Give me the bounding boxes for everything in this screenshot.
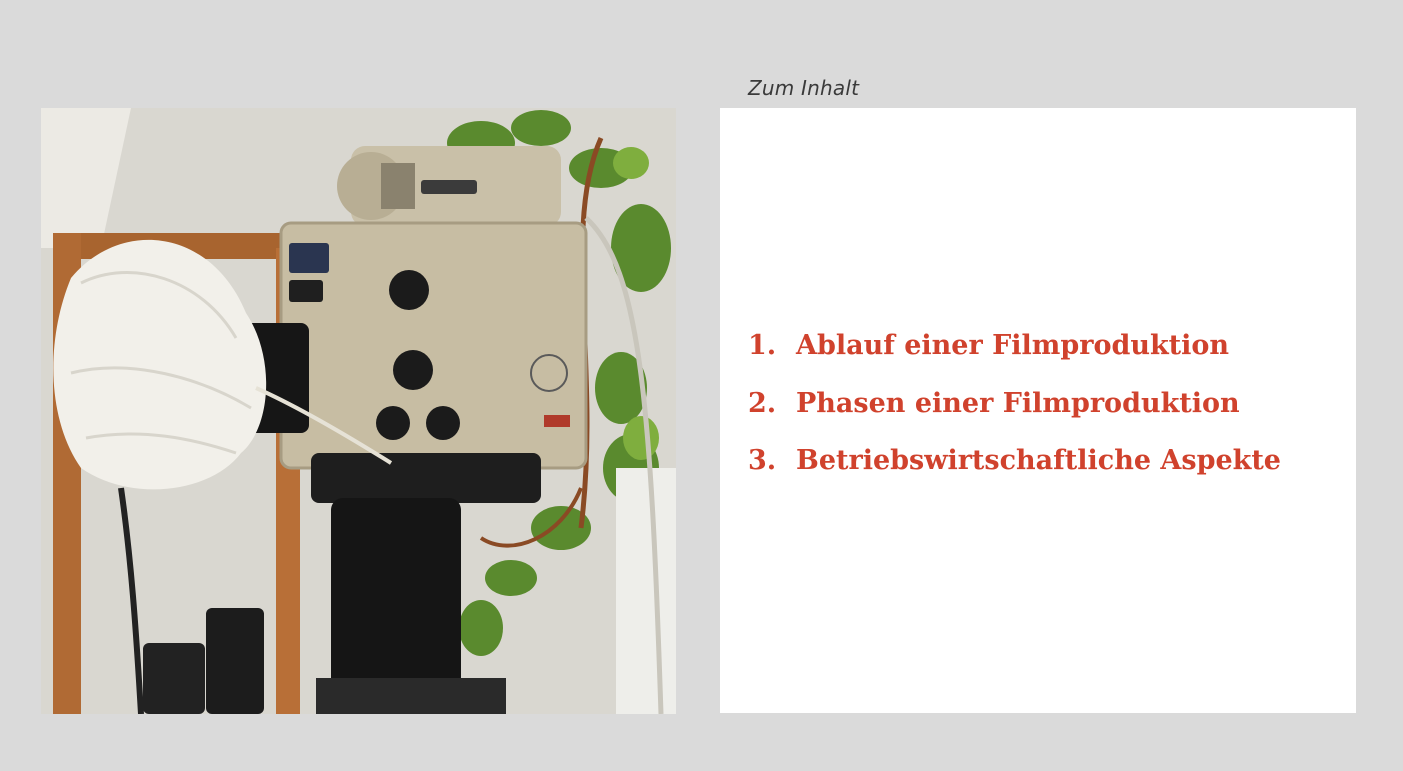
toc-item-betriebswirtschaft[interactable]: 3. Betriebswirtschaftliche Aspekte — [748, 441, 1281, 499]
page: Zum Inhalt 1. Ablauf einer Filmproduktio… — [0, 0, 1403, 771]
camera-photo-illustration — [41, 108, 676, 714]
toc-item-number: 3. — [748, 445, 777, 476]
toc-item-label[interactable]: Betriebswirtschaftliche Aspekte — [796, 441, 1281, 481]
toc-item-label[interactable]: Ablauf einer Filmproduktion — [796, 326, 1229, 366]
camera-photo — [41, 108, 676, 714]
toc-item-number: 2. — [748, 387, 777, 419]
toc-item-ablauf[interactable]: 1. Ablauf einer Filmproduktion — [748, 326, 1281, 384]
toc-item-phasen[interactable]: 2. Phasen einer Filmproduktion — [748, 384, 1281, 442]
table-of-contents-list: 1. Ablauf einer Filmproduktion 2. Phasen… — [748, 326, 1281, 499]
toc-item-number: 1. — [748, 330, 777, 361]
table-of-contents-panel: 1. Ablauf einer Filmproduktion 2. Phasen… — [720, 108, 1356, 713]
toc-link[interactable]: Zum Inhalt — [748, 76, 859, 100]
toc-item-label[interactable]: Phasen einer Filmproduktion — [796, 384, 1240, 424]
